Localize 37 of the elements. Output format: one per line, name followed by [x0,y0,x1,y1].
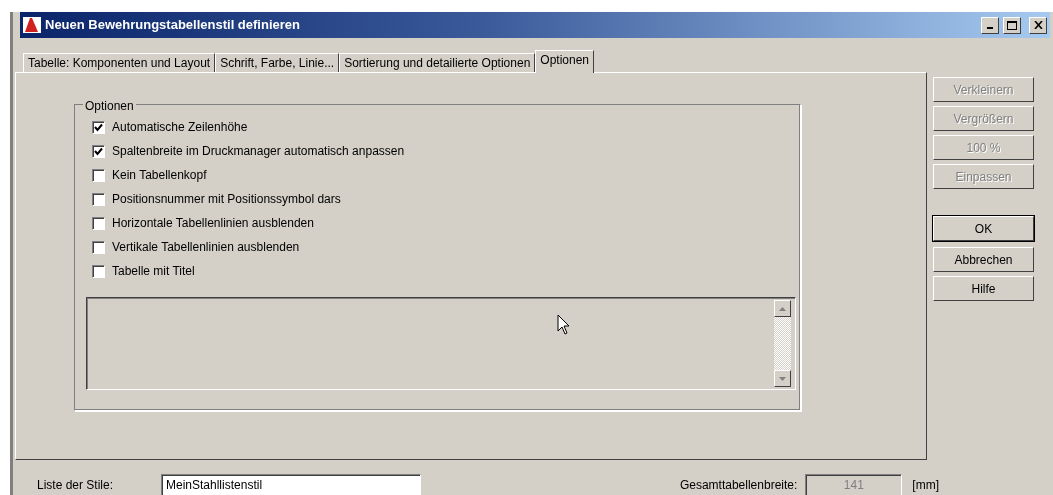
checkbox-label: Tabelle mit Titel [112,263,195,280]
checkbox-label: Positionsnummer mit Positionssymbol dars [112,191,341,208]
minimize-button[interactable] [981,16,999,34]
field-label: Gesamttabellenbreite: [679,477,798,494]
dialog-button[interactable]: Hilfe [933,276,1034,301]
maximize-icon [1007,20,1017,30]
checkbox[interactable] [92,216,105,230]
checkbox[interactable] [92,168,105,182]
tab[interactable]: Tabelle: Komponenten und Layout [23,53,216,72]
checkbox-label: Automatische Zeilenhöhe [112,119,248,136]
window-title: Neuen Bewehrungstabellenstil definieren [45,16,300,35]
scroll-up-arrow-icon[interactable] [779,306,786,311]
app-logo-icon [23,17,41,33]
checkbox[interactable] [92,120,105,134]
scrollbar[interactable] [774,300,791,387]
checkbox[interactable] [92,144,105,158]
checkbox[interactable] [92,192,105,206]
checkbox-label: Spaltenbreite im Druckmanager automatisch anpassen [112,143,405,160]
mouse-pointer-icon [557,314,571,336]
close-icon [1033,21,1043,29]
checkbox[interactable] [92,240,105,254]
checkbox-label: Horizontale Tabellenlinien ausblenden [112,215,314,232]
close-button[interactable] [1029,16,1047,34]
checkbox[interactable] [92,264,105,278]
dialog-button[interactable]: Abbrechen [933,247,1034,272]
checkbox-label: Vertikale Tabellenlinien ausblenden [112,239,300,256]
tab[interactable]: Sortierung und detailierte Optionen [339,53,536,72]
dialog-button[interactable]: OK [933,216,1034,241]
scroll-down-arrow-icon[interactable] [779,376,786,381]
tab[interactable]: Schrift, Farbe, Linie... [215,53,340,72]
text-area[interactable] [86,297,796,390]
field-label: Liste der Stile: [37,477,115,494]
checkbox-label: Kein Tabellenkopf [112,167,207,184]
style-name-field[interactable]: MeinStahllistenstil [161,474,421,495]
unit-label: [mm] [912,477,939,494]
maximize-button[interactable] [1003,16,1021,34]
tab[interactable]: Optionen [535,50,594,73]
